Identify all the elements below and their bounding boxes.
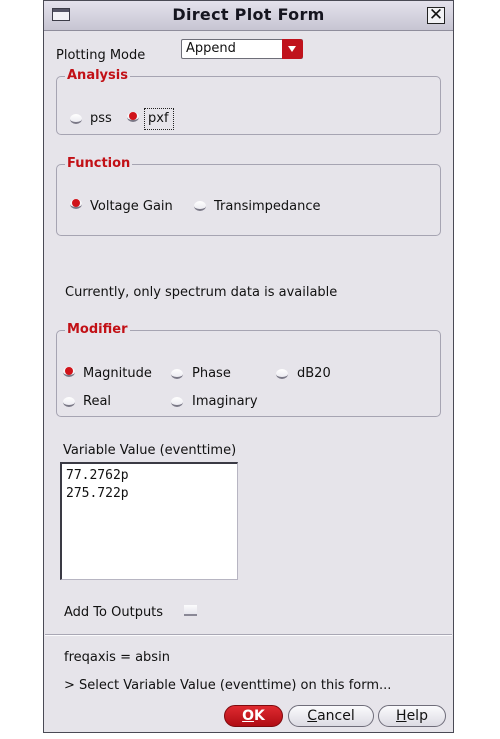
help-button-mnemonic: H: [396, 708, 407, 724]
radio-voltage-gain[interactable]: [70, 199, 82, 209]
radio-pss[interactable]: [70, 114, 82, 124]
plotting-mode-dropdown[interactable]: Append: [181, 39, 303, 59]
add-to-outputs-checkbox[interactable]: [184, 605, 197, 616]
function-legend: Function: [65, 156, 133, 171]
direct-plot-form-window: Direct Plot Form ✕ Plotting Mode Append …: [43, 0, 454, 733]
chevron-down-icon[interactable]: [282, 39, 303, 59]
freqaxis-status: freqaxis = absin: [64, 650, 170, 665]
modifier-legend: Modifier: [65, 322, 130, 337]
radio-transimpedance-label[interactable]: Transimpedance: [214, 199, 320, 214]
close-icon[interactable]: ✕: [427, 7, 445, 24]
list-item[interactable]: 77.2762p: [66, 468, 129, 483]
help-button-label: elp: [406, 708, 428, 724]
radio-real[interactable]: [63, 397, 75, 407]
ok-button-label: K: [254, 708, 265, 724]
cancel-button-mnemonic: C: [307, 708, 318, 724]
divider: [45, 634, 452, 636]
list-item[interactable]: 275.722p: [66, 486, 129, 501]
prompt-status: > Select Variable Value (eventtime) on t…: [64, 678, 392, 693]
variable-value-listbox[interactable]: 77.2762p 275.722p: [60, 462, 238, 580]
modifier-group: Modifier Magnitude Phase dB20 Real Imagi…: [56, 322, 441, 417]
cancel-button-label: ancel: [317, 708, 355, 724]
radio-pxf-label[interactable]: pxf: [148, 111, 169, 126]
analysis-group: Analysis pss pxf: [56, 68, 441, 135]
variable-value-label: Variable Value (eventtime): [63, 443, 237, 458]
radio-voltage-gain-label[interactable]: Voltage Gain: [90, 199, 173, 214]
radio-imaginary-label[interactable]: Imaginary: [192, 394, 258, 409]
help-button[interactable]: Help: [378, 705, 446, 727]
ok-button[interactable]: OK: [224, 705, 283, 727]
radio-magnitude-label[interactable]: Magnitude: [83, 366, 152, 381]
cancel-button[interactable]: Cancel: [288, 705, 374, 727]
add-to-outputs-label: Add To Outputs: [64, 605, 164, 620]
radio-phase-label[interactable]: Phase: [192, 366, 231, 381]
radio-pxf[interactable]: [127, 112, 139, 122]
function-group: Function Voltage Gain Transimpedance: [56, 156, 441, 236]
radio-pss-label[interactable]: pss: [90, 111, 112, 126]
title-bar[interactable]: Direct Plot Form ✕: [44, 1, 453, 31]
radio-db20-label[interactable]: dB20: [297, 366, 331, 381]
plotting-mode-value: Append: [186, 41, 236, 56]
info-text: Currently, only spectrum data is availab…: [65, 285, 338, 300]
radio-phase[interactable]: [171, 369, 183, 379]
ok-button-mnemonic: O: [242, 708, 255, 724]
analysis-legend: Analysis: [65, 68, 130, 83]
radio-imaginary[interactable]: [171, 397, 183, 407]
radio-magnitude[interactable]: [63, 367, 75, 377]
window-title: Direct Plot Form: [172, 5, 325, 24]
plotting-mode-label: Plotting Mode: [56, 48, 146, 63]
radio-transimpedance[interactable]: [194, 201, 206, 211]
radio-db20[interactable]: [276, 369, 288, 379]
radio-real-label[interactable]: Real: [83, 394, 111, 409]
